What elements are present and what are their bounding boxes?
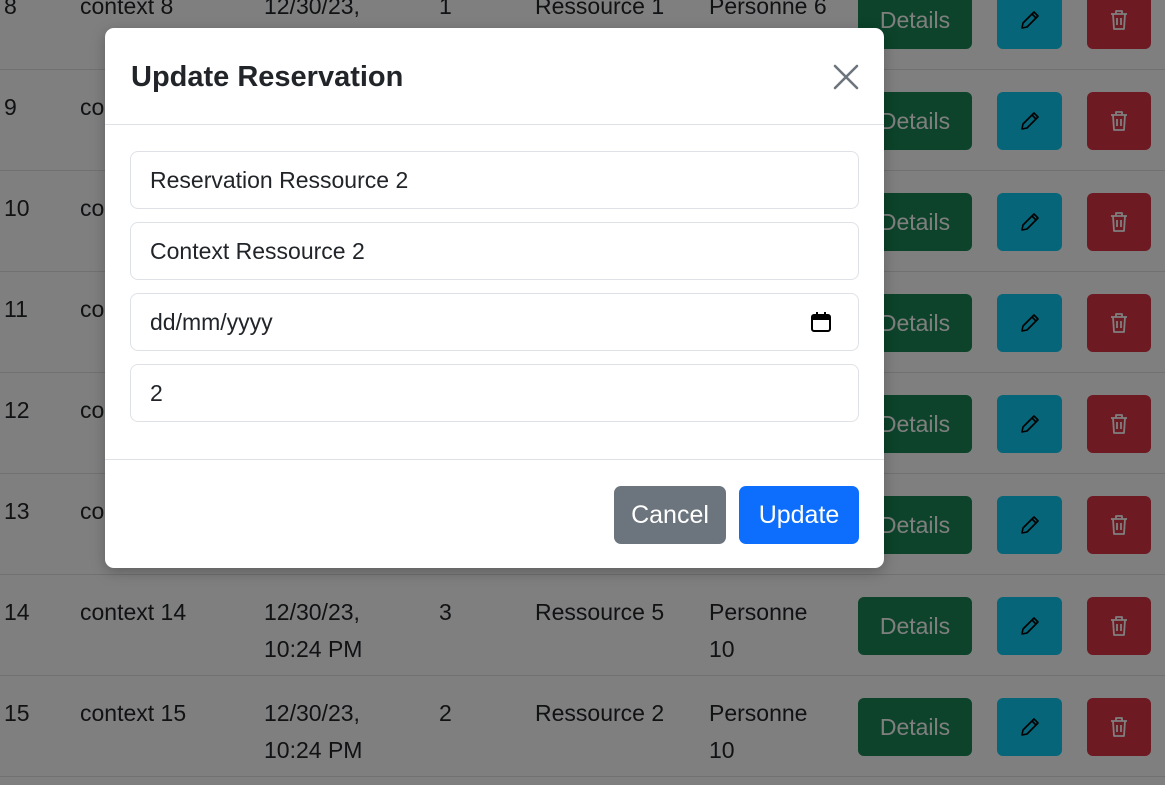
reservation-name-value: Reservation Ressource 2 — [150, 166, 409, 193]
update-button[interactable]: Update — [739, 486, 859, 544]
modal-title: Update Reservation — [131, 61, 404, 93]
cancel-button[interactable]: Cancel — [614, 486, 726, 544]
date-placeholder: dd/mm/yyyy — [150, 308, 273, 335]
context-input[interactable]: Context Ressource 2 — [130, 222, 859, 280]
calendar-icon[interactable] — [809, 310, 833, 334]
modal-footer: Cancel Update — [105, 459, 884, 568]
modal-header: Update Reservation — [105, 28, 884, 125]
close-button[interactable] — [828, 59, 864, 95]
context-value: Context Ressource 2 — [150, 237, 365, 264]
update-reservation-modal: Update Reservation Reservation Ressource… — [105, 28, 884, 568]
date-input[interactable]: dd/mm/yyyy — [130, 293, 859, 351]
close-icon — [833, 64, 859, 90]
quantity-value: 2 — [150, 379, 163, 406]
quantity-input[interactable]: 2 — [130, 364, 859, 422]
reservation-name-input[interactable]: Reservation Ressource 2 — [130, 151, 859, 209]
